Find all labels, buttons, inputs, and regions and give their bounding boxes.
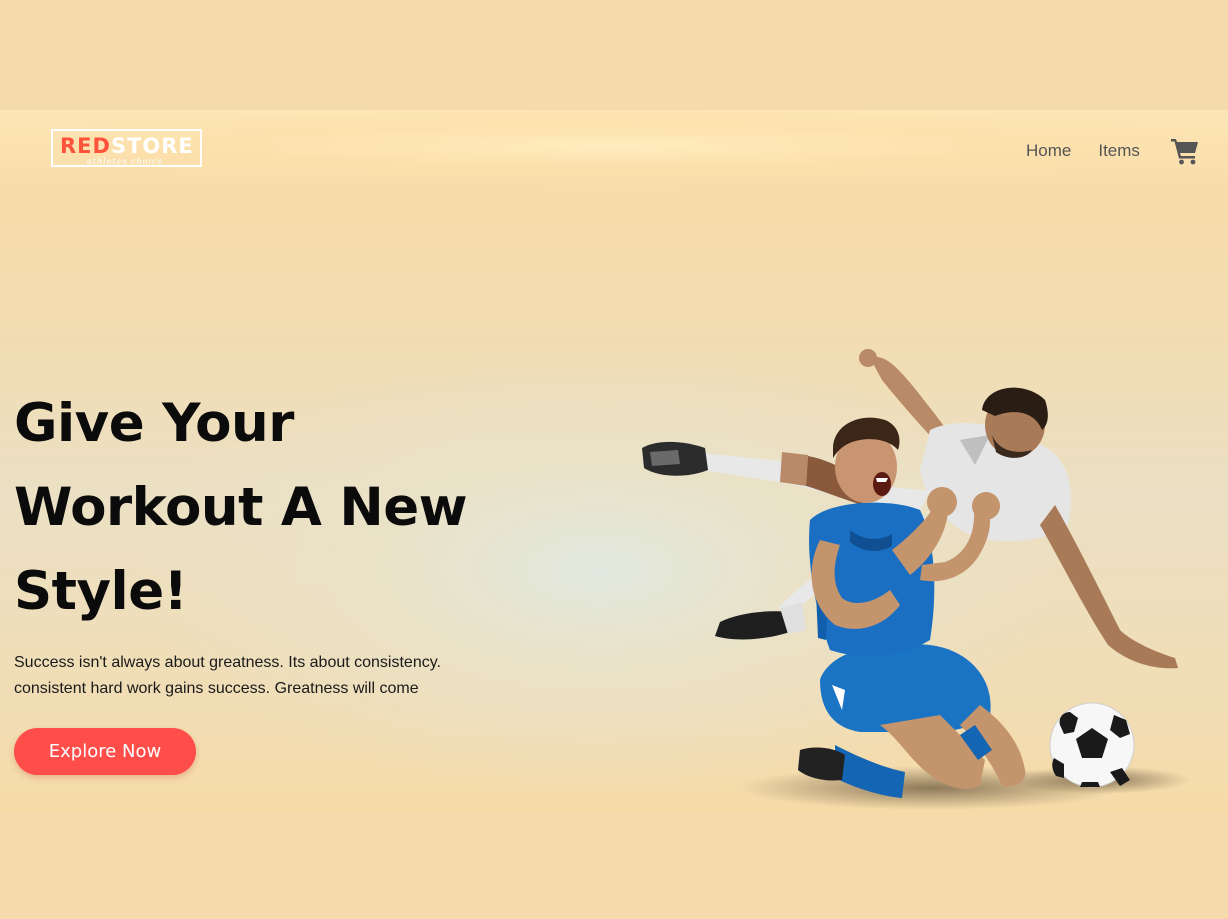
soccer-players-image xyxy=(642,349,1190,810)
redstore-logo[interactable]: REDSTORE athletes choice xyxy=(51,129,202,167)
nav-link-items[interactable]: Items xyxy=(1098,140,1140,162)
soccer-ball-image xyxy=(1049,702,1135,788)
nav-menu: Home Items xyxy=(1026,140,1140,162)
logo-brand-white: STORE xyxy=(110,134,194,158)
hero-subtext: Success isn't always about greatness. It… xyxy=(14,654,441,697)
logo-wordmark: REDSTORE xyxy=(60,134,194,158)
shopping-cart-icon[interactable] xyxy=(1170,137,1200,165)
logo-tagline: athletes choice xyxy=(87,157,164,166)
explore-now-button[interactable]: Explore Now xyxy=(14,728,196,775)
logo-brand-red: RED xyxy=(60,134,111,158)
nav-link-home[interactable]: Home xyxy=(1026,140,1071,162)
hero-section: REDSTORE athletes choice Home Items Give… xyxy=(0,110,1228,812)
hero-headline: Give Your Workout A New Style! xyxy=(14,393,468,622)
